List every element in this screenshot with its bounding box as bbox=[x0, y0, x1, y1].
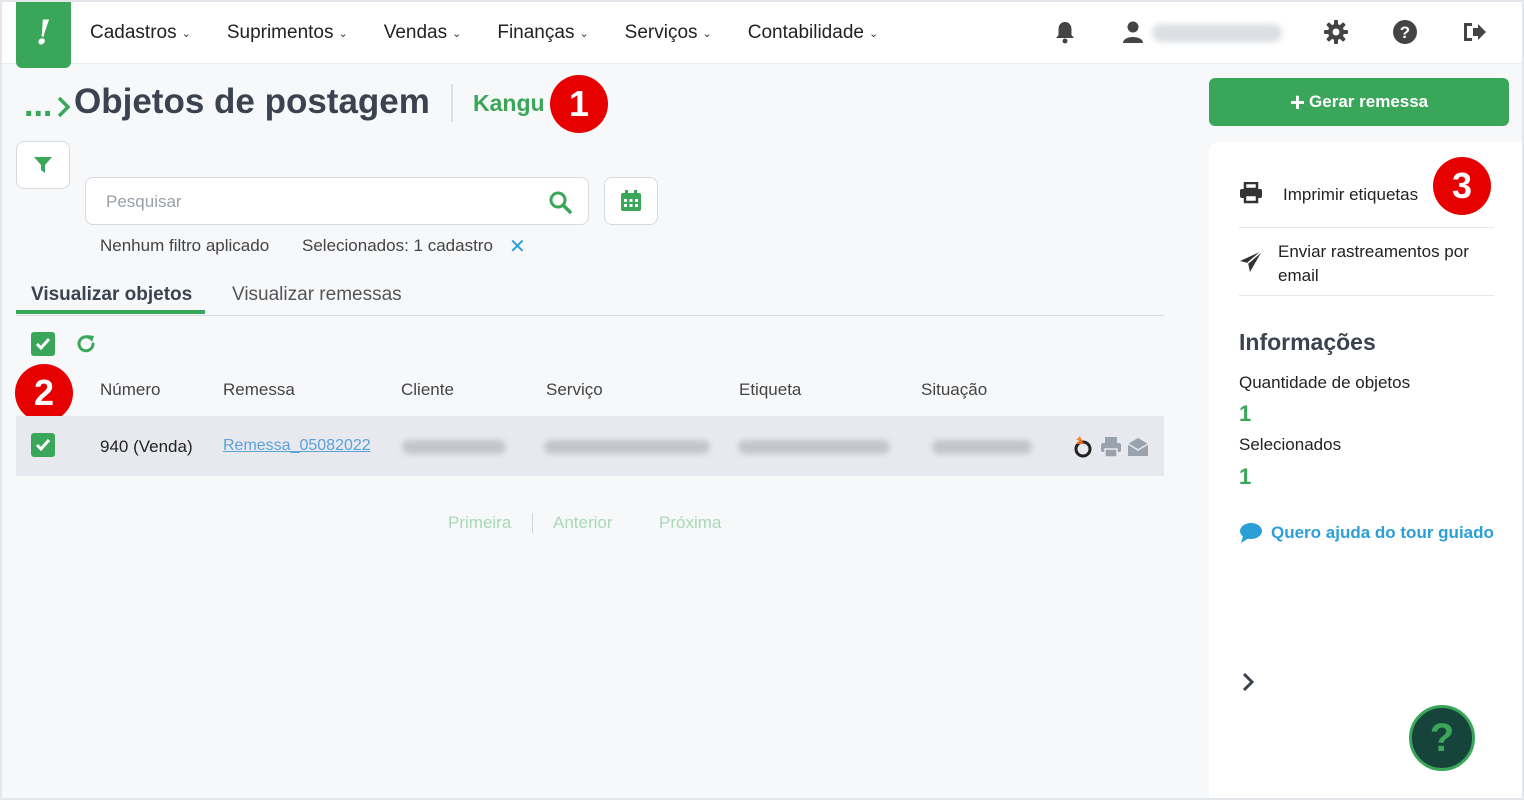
calendar-icon bbox=[621, 190, 641, 211]
paper-plane-icon[interactable] bbox=[1239, 250, 1263, 279]
selected-value: 1 bbox=[1239, 464, 1252, 489]
kangu-track-icon[interactable] bbox=[1072, 434, 1094, 465]
generate-shipment-button[interactable]: + Gerar remessa bbox=[1209, 78, 1509, 126]
page-title: Objetos de postagem bbox=[74, 82, 430, 121]
menu-label: Contabilidade bbox=[747, 22, 864, 43]
column-header-situacao[interactable]: Situação bbox=[921, 380, 987, 400]
selected-label: Selecionados bbox=[1239, 435, 1342, 454]
guided-tour-link[interactable]: Quero ajuda do tour guiado bbox=[1239, 522, 1494, 544]
breadcrumb-ellipsis: ... bbox=[24, 86, 53, 124]
side-panel: Imprimir etiquetas 3 Enviar rastreamento… bbox=[1209, 142, 1522, 798]
column-header-numero[interactable]: Número bbox=[100, 380, 160, 400]
pagination-previous[interactable]: Anterior bbox=[553, 513, 613, 533]
cell-remessa-link[interactable]: Remessa_05082022 bbox=[223, 437, 371, 455]
select-all-checkbox[interactable] bbox=[31, 332, 55, 356]
chevron-down-icon: ⌄ bbox=[338, 27, 348, 40]
step-badge-1: 1 bbox=[550, 75, 608, 133]
view-tabs: Visualizar objetos Visualizar remessas bbox=[16, 278, 1164, 316]
divider bbox=[1239, 295, 1494, 296]
menu-suprimentos[interactable]: Suprimentos ⌄ bbox=[227, 22, 348, 44]
app-logo[interactable]: ! bbox=[16, 2, 71, 68]
search-input[interactable] bbox=[106, 188, 526, 216]
calendar-button[interactable] bbox=[604, 177, 658, 225]
divider bbox=[1239, 227, 1494, 228]
cell-situacao-blurred bbox=[932, 440, 1032, 454]
menu-label: Suprimentos bbox=[226, 22, 334, 43]
email-icon[interactable] bbox=[1127, 437, 1149, 462]
filter-status: Nenhum filtro aplicado bbox=[100, 236, 270, 255]
chevron-right-icon[interactable] bbox=[1241, 672, 1255, 697]
menu-cadastros[interactable]: Cadastros ⌄ bbox=[90, 22, 191, 44]
username-blurred bbox=[1152, 24, 1282, 42]
title-divider bbox=[451, 84, 453, 122]
column-header-cliente[interactable]: Cliente bbox=[401, 380, 454, 400]
main-menu: Cadastros ⌄ Suprimentos ⌄ Vendas ⌄ Finanças… bbox=[90, 2, 914, 64]
user-icon[interactable] bbox=[1119, 18, 1147, 46]
tab-visualizar-objetos[interactable]: Visualizar objetos bbox=[31, 284, 192, 306]
column-header-servico[interactable]: Serviço bbox=[546, 380, 603, 400]
active-tab-indicator bbox=[16, 310, 205, 314]
chevron-down-icon: ⌄ bbox=[868, 27, 879, 40]
column-header-remessa[interactable]: Remessa bbox=[223, 380, 295, 400]
info-title: Informações bbox=[1239, 329, 1376, 355]
column-header-etiqueta[interactable]: Etiqueta bbox=[739, 380, 801, 400]
plus-icon: + bbox=[1289, 87, 1306, 117]
integration-name: Kangu bbox=[473, 90, 545, 116]
search-box bbox=[85, 177, 589, 225]
cell-etiqueta-blurred bbox=[738, 440, 890, 454]
chevron-down-icon: ⌄ bbox=[702, 27, 712, 40]
menu-contabilidade[interactable]: Contabilidade ⌄ bbox=[748, 22, 878, 44]
chevron-down-icon: ⌄ bbox=[452, 27, 462, 40]
tab-visualizar-remessas[interactable]: Visualizar remessas bbox=[232, 284, 402, 306]
refresh-icon[interactable] bbox=[74, 332, 98, 361]
step-badge-3: 3 bbox=[1433, 157, 1491, 215]
top-navbar: ! Cadastros ⌄ Suprimentos ⌄ Vendas ⌄ Finanç… bbox=[2, 2, 1522, 68]
qty-objects-value: 1 bbox=[1239, 401, 1252, 426]
filter-icon bbox=[34, 157, 52, 173]
print-icon[interactable] bbox=[1100, 436, 1122, 463]
pagination-next[interactable]: Próxima bbox=[659, 513, 721, 533]
pagination-divider bbox=[532, 513, 533, 533]
gear-icon[interactable] bbox=[1322, 18, 1350, 46]
svg-text:?: ? bbox=[1400, 23, 1410, 42]
cell-cliente-blurred bbox=[402, 440, 506, 454]
app-window: ! Cadastros ⌄ Suprimentos ⌄ Vendas ⌄ Finanç… bbox=[0, 0, 1524, 800]
filter-button[interactable] bbox=[16, 141, 70, 189]
check-icon bbox=[35, 439, 51, 452]
help-fab-button[interactable]: ? bbox=[1409, 705, 1475, 771]
menu-label: Serviços bbox=[624, 22, 698, 43]
menu-label: Cadastros bbox=[90, 22, 177, 43]
menu-vendas[interactable]: Vendas ⌄ bbox=[384, 22, 462, 44]
search-icon[interactable] bbox=[548, 190, 572, 219]
generate-shipment-label: Gerar remessa bbox=[1309, 92, 1429, 111]
check-icon bbox=[35, 338, 51, 351]
chevron-down-icon: ⌄ bbox=[579, 27, 589, 40]
step-badge-2: 2 bbox=[15, 364, 73, 422]
chevron-down-icon: ⌄ bbox=[181, 27, 191, 40]
selected-count: Selecionados: 1 cadastro bbox=[302, 236, 493, 255]
table-row[interactable]: 940 (Venda) Remessa_05082022 bbox=[16, 416, 1164, 476]
cell-servico-blurred bbox=[544, 440, 710, 454]
cell-numero: 940 (Venda) bbox=[100, 437, 193, 456]
guided-tour-label: Quero ajuda do tour guiado bbox=[1271, 523, 1494, 542]
chevron-right-icon bbox=[58, 96, 71, 118]
print-labels-action[interactable]: Imprimir etiquetas bbox=[1283, 185, 1418, 205]
qty-objects-label: Quantidade de objetos bbox=[1239, 373, 1411, 392]
row-checkbox[interactable] bbox=[31, 433, 55, 457]
menu-label: Finanças bbox=[497, 22, 575, 43]
help-circle-icon[interactable]: ? bbox=[1391, 18, 1419, 46]
chat-bubble-icon bbox=[1240, 523, 1262, 543]
bell-icon[interactable] bbox=[1051, 18, 1079, 46]
logout-icon[interactable] bbox=[1460, 18, 1488, 46]
menu-servicos[interactable]: Serviços ⌄ bbox=[625, 22, 712, 44]
breadcrumb[interactable]: ... bbox=[24, 86, 72, 125]
menu-financas[interactable]: Finanças ⌄ bbox=[497, 22, 588, 44]
send-tracking-email-action[interactable]: Enviar rastreamentos por email bbox=[1278, 240, 1498, 288]
printer-icon[interactable] bbox=[1239, 181, 1263, 209]
clear-selection-icon[interactable]: ✕ bbox=[509, 234, 526, 259]
menu-label: Vendas bbox=[383, 22, 448, 43]
pagination-first[interactable]: Primeira bbox=[448, 513, 511, 533]
